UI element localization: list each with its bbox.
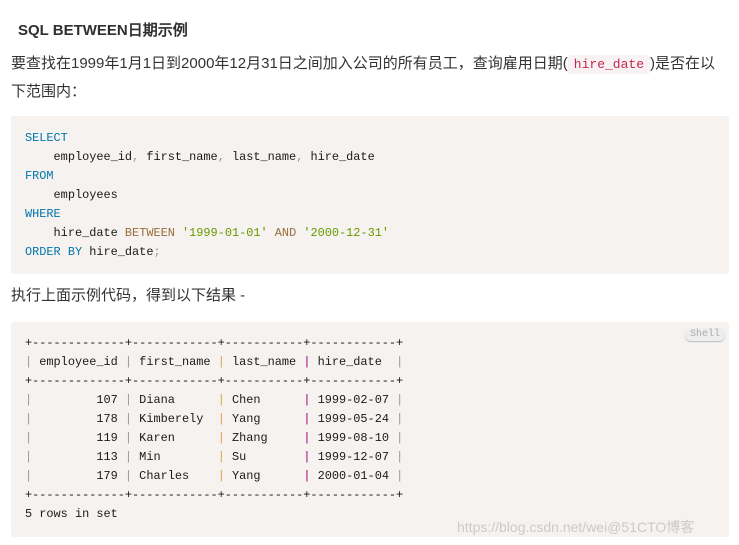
table-cell: 119 [32,431,125,445]
table-cell: 107 [32,393,125,407]
pipe: | [217,412,225,426]
table-cell: Zhang [224,431,304,445]
header-cell: employee_id [32,355,125,369]
pipe: | [396,450,404,464]
column-name: first_name [146,150,218,164]
end-date: '2000-12-31' [303,226,389,240]
pipe: | [124,412,133,426]
column-name: last_name [231,150,297,164]
pipe: | [124,431,133,445]
result-intro: 执行上面示例代码，得到以下结果 - [11,287,246,304]
intro-paragraph: 要查找在1999年1月1日到2000年12月31日之间加入公司的所有员工，查询雇… [11,50,726,105]
kw-where: WHERE [25,207,61,221]
kw-between: BETWEEN [124,226,175,240]
language-badge[interactable]: Shell [684,328,725,341]
pipe: | [396,412,404,426]
table-border: +-------------+------------+-----------+… [25,336,404,350]
header-cell: first_name [132,355,218,369]
section-heading: SQL BETWEEN日期示例 [18,22,188,39]
table-cell: 1999-02-07 [310,393,397,407]
table-cell: Min [132,450,218,464]
pipe: | [124,450,133,464]
pipe: | [217,469,225,483]
table-cell: Kimberely [132,412,218,426]
table-cell: Chen [224,393,304,407]
where-column: hire_date [53,226,118,240]
table-cell: 1999-08-10 [310,431,397,445]
header-cell: last_name [224,355,304,369]
kw-and: AND [274,226,297,240]
pipe: | [124,393,133,407]
header-cell: hire_date [310,355,397,369]
table-border: +-------------+------------+-----------+… [25,374,404,388]
table-cell: 179 [32,469,125,483]
pipe: | [217,450,225,464]
table-cell: 113 [32,450,125,464]
select-columns: employee_id, first_name, last_name, hire… [53,150,375,164]
table-cell: Charles [132,469,218,483]
pipe: | [124,355,133,369]
table-cell: Su [224,450,304,464]
watermark: https://blog.csdn.net/wei@51CTO博客 [457,519,695,535]
rows-count: 5 rows in set [25,507,118,521]
pipe: | [396,355,404,369]
table-cell: Karen [132,431,218,445]
pipe: | [396,431,404,445]
order-column: hire_date [89,245,154,259]
table-cell: 178 [32,412,125,426]
kw-select: SELECT [25,131,68,145]
table-cell: Yang [224,412,304,426]
table-name: employees [53,188,118,202]
table-cell: 1999-05-24 [310,412,397,426]
pipe: | [396,393,404,407]
table-cell: 1999-12-07 [310,450,397,464]
kw-from: FROM [25,169,54,183]
table-cell: Diana [132,393,218,407]
sql-code-block: SELECT employee_id, first_name, last_nam… [11,116,729,274]
column-name: hire_date [310,150,375,164]
column-name: employee_id [53,150,133,164]
intro-text: 要查找在1999年1月1日到2000年12月31日之间加入公司的所有员工，查询雇… [11,55,568,72]
pipe: | [217,355,225,369]
pipe: | [396,469,404,483]
inline-code: hire_date [567,55,651,74]
pipe: | [217,431,225,445]
result-table: +-------------+------------+-----------+… [25,334,403,524]
sql-code: SELECT employee_id, first_name, last_nam… [25,131,389,259]
start-date: '1999-01-01' [182,226,268,240]
table-cell: 2000-01-04 [310,469,397,483]
result-code-block: Shell +-------------+------------+------… [11,322,729,537]
pipe: | [217,393,225,407]
pipe: | [124,469,133,483]
kw-order-by: ORDER BY [25,245,83,259]
table-border: +-------------+------------+-----------+… [25,488,404,502]
table-cell: Yang [224,469,304,483]
